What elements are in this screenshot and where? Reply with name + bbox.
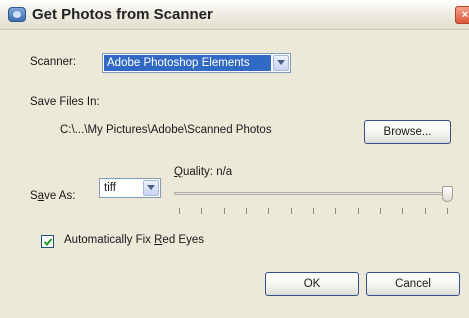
- slider-tick: [447, 208, 448, 214]
- app-icon: [8, 7, 26, 22]
- save-as-label-prefix: S: [30, 190, 38, 202]
- slider-tick: [402, 208, 403, 214]
- slider-tick: [313, 208, 314, 214]
- slider-tick: [425, 208, 426, 214]
- slider-tick: [179, 208, 180, 214]
- quality-slider-track[interactable]: [174, 192, 448, 195]
- quality-slider-thumb[interactable]: [442, 186, 453, 202]
- red-eye-label[interactable]: Automatically Fix Red Eyes: [64, 234, 204, 246]
- slider-tick: [380, 208, 381, 214]
- quality-label: Quality: n/a: [174, 166, 232, 178]
- red-eye-label-prefix: Automatically Fix: [64, 234, 155, 246]
- save-as-label-suffix: ve As:: [44, 190, 76, 202]
- save-as-select[interactable]: tiff: [99, 178, 161, 198]
- slider-tick: [358, 208, 359, 214]
- title-bar[interactable]: Get Photos from Scanner ×: [0, 0, 469, 30]
- quality-label-accel: Q: [174, 166, 183, 178]
- slider-tick: [224, 208, 225, 214]
- scanner-select-value: Adobe Photoshop Elements: [104, 55, 271, 71]
- cancel-button[interactable]: Cancel: [366, 272, 460, 296]
- save-files-label: Save Files In:: [30, 96, 100, 108]
- close-button[interactable]: ×: [455, 6, 469, 24]
- chevron-down-icon[interactable]: [273, 55, 289, 71]
- quality-label-text: uality: n/a: [182, 166, 233, 178]
- scanner-select[interactable]: Adobe Photoshop Elements: [102, 53, 291, 73]
- ok-button[interactable]: OK: [265, 272, 359, 296]
- checkmark-icon: [43, 238, 53, 246]
- slider-tick: [246, 208, 247, 214]
- red-eye-label-suffix: ed Eyes: [162, 234, 204, 246]
- slider-tick: [291, 208, 292, 214]
- browse-button[interactable]: Browse...: [364, 120, 451, 144]
- slider-tick: [201, 208, 202, 214]
- save-path-text: C:\...\My Pictures\Adobe\Scanned Photos: [60, 124, 272, 136]
- save-as-label: Save As:: [30, 190, 75, 202]
- chevron-down-icon[interactable]: [143, 180, 159, 196]
- save-as-select-value: tiff: [104, 182, 116, 194]
- scanner-label: Scanner:: [30, 56, 77, 68]
- slider-tick: [335, 208, 336, 214]
- red-eye-checkbox[interactable]: [41, 235, 54, 248]
- window-title: Get Photos from Scanner: [32, 6, 213, 23]
- slider-tick: [268, 208, 269, 214]
